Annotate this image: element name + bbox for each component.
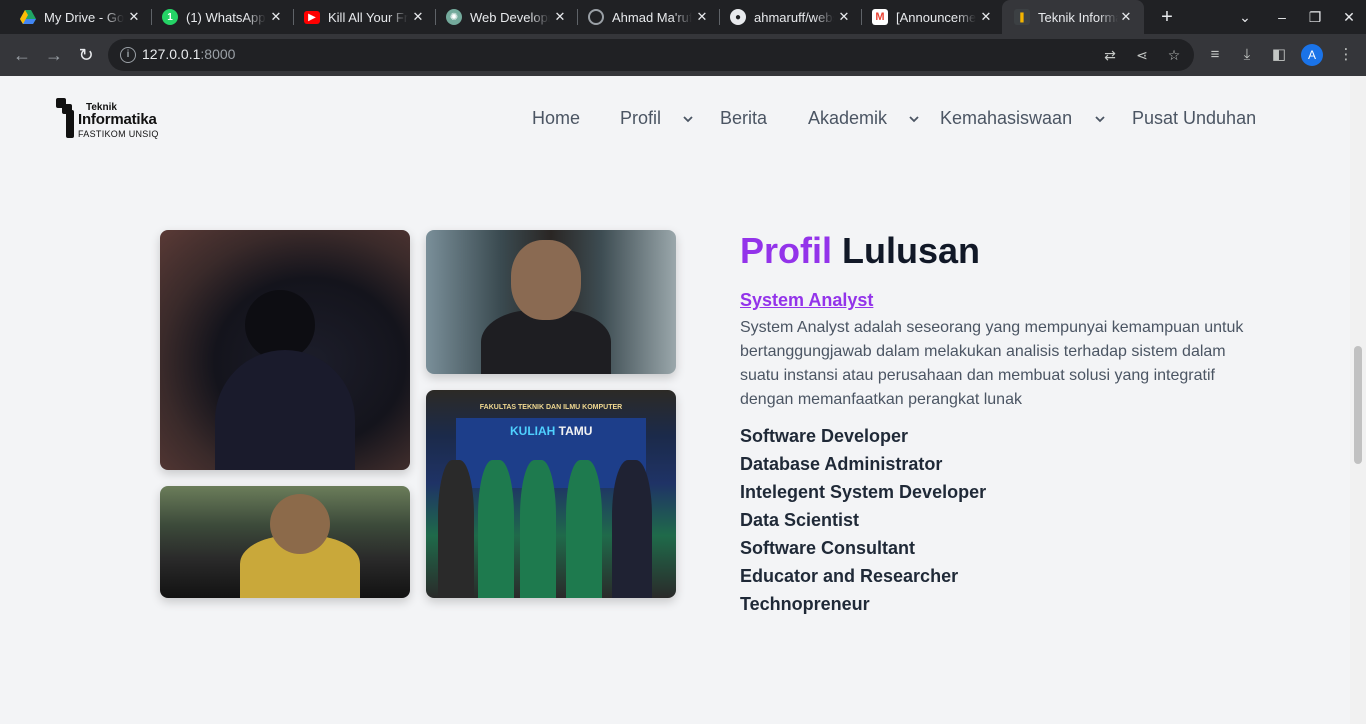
chatgpt-icon: ✺ xyxy=(446,9,462,25)
address-bar[interactable]: i 127.0.0.1:8000 ⇄ ⋖ ☆ xyxy=(108,39,1194,71)
globe-icon xyxy=(588,9,604,25)
nav-akademik[interactable]: Akademik xyxy=(808,108,926,132)
tab-search-icon[interactable]: ⌄ xyxy=(1228,0,1262,34)
minimize-icon[interactable]: ‒ xyxy=(1265,0,1299,34)
career-item: Software Consultant xyxy=(740,538,916,558)
browser-tab-active[interactable]: ❚ Teknik Informatika ✕ xyxy=(1002,0,1144,34)
logo-line-3: FASTIKOM UNSIQ xyxy=(78,129,159,139)
tab-title: Web Development xyxy=(470,9,550,25)
nav-kemahasiswaan[interactable]: Kemahasiswaan xyxy=(940,108,1110,132)
site-icon: ❚ xyxy=(1014,9,1030,25)
profile-avatar[interactable]: A xyxy=(1301,44,1323,66)
menu-kebab-icon[interactable]: ⋮ xyxy=(1336,45,1356,65)
bookmark-star-icon[interactable]: ☆ xyxy=(1164,45,1184,65)
youtube-icon: ▶ xyxy=(304,10,320,24)
whatsapp-icon: 1 xyxy=(162,9,178,25)
chevron-down-icon xyxy=(909,116,919,123)
translate-icon[interactable]: ⇄ xyxy=(1100,45,1120,65)
photo-audience xyxy=(160,230,410,470)
reading-list-icon[interactable]: ≡ xyxy=(1205,45,1225,65)
github-icon: ● xyxy=(730,9,746,25)
browser-tab[interactable]: 1 (1) WhatsApp ✕ xyxy=(142,0,294,34)
url-text[interactable]: 127.0.0.1:8000 xyxy=(142,46,235,62)
career-item: Educator and Researcher xyxy=(740,566,959,586)
career-item: Technopreneur xyxy=(740,594,870,614)
close-tab-icon[interactable]: ✕ xyxy=(836,9,852,25)
close-tab-icon[interactable]: ✕ xyxy=(978,9,994,25)
career-item: Data Scientist xyxy=(740,510,860,530)
tab-title: (1) WhatsApp xyxy=(186,9,266,25)
reload-icon[interactable]: ↻ xyxy=(74,43,98,67)
career-item: Software Developer xyxy=(740,426,909,446)
download-icon[interactable]: ⤓ xyxy=(1237,45,1257,65)
page-scrollbar[interactable] xyxy=(1350,76,1366,724)
tab-title: [Announcement] xyxy=(896,9,976,25)
close-tab-icon[interactable]: ✕ xyxy=(552,9,568,25)
chevron-down-icon xyxy=(683,116,693,123)
share-icon[interactable]: ⋖ xyxy=(1132,45,1152,65)
nav-profil[interactable]: Profil xyxy=(620,108,700,132)
scrollbar-thumb[interactable] xyxy=(1354,346,1362,464)
tab-title: Ahmad Ma'ruf xyxy=(612,9,692,25)
photo-speaker-microphone xyxy=(426,230,676,374)
browser-tab[interactable]: My Drive - Google Drive ✕ xyxy=(0,0,152,34)
logo-line-2: Informatika xyxy=(78,111,157,128)
tab-title: ahmaruff/website xyxy=(754,9,834,25)
chevron-down-icon xyxy=(1095,116,1105,123)
gmail-icon: M xyxy=(872,9,888,25)
close-window-icon[interactable]: ✕ xyxy=(1332,0,1366,34)
close-tab-icon[interactable]: ✕ xyxy=(1118,9,1134,25)
restore-icon[interactable]: ❐ xyxy=(1298,0,1332,34)
page-viewport: Teknik Informatika FASTIKOM UNSIQ Home P… xyxy=(0,76,1350,724)
tab-title: Teknik Informatika xyxy=(1038,9,1118,25)
new-tab-icon[interactable]: + xyxy=(1156,6,1178,28)
site-logo[interactable]: Teknik Informatika FASTIKOM UNSIQ xyxy=(56,98,176,140)
browser-toolbar: ← → ↻ i 127.0.0.1:8000 ⇄ ⋖ ☆ ≡ ⤓ ◧ A ⋮ xyxy=(0,34,1366,76)
tab-title: My Drive - Google Drive xyxy=(44,9,124,25)
photo-kuliah-tamu-group: FAKULTAS TEKNIK DAN ILMU KOMPUTER KULIAH… xyxy=(426,390,676,598)
google-drive-icon xyxy=(20,9,36,25)
career-item: Database Administrator xyxy=(740,454,943,474)
browser-tab[interactable]: ✺ Web Development ✕ xyxy=(426,0,578,34)
browser-tab[interactable]: M [Announcement] ✕ xyxy=(852,0,1004,34)
forward-icon[interactable]: → xyxy=(42,43,66,67)
close-tab-icon[interactable]: ✕ xyxy=(410,9,426,25)
career-item: Intelegent System Developer xyxy=(740,482,987,502)
system-analyst-link[interactable]: System Analyst xyxy=(740,290,873,311)
site-info-icon[interactable]: i xyxy=(120,47,136,63)
photo-speaker-yellow-shirt xyxy=(160,486,410,598)
browser-tab[interactable]: ● ahmaruff/website ✕ xyxy=(710,0,862,34)
section-title: Profil Lulusan xyxy=(740,230,981,271)
career-list: Software Developer Database Administrato… xyxy=(740,425,986,621)
close-tab-icon[interactable]: ✕ xyxy=(126,9,142,25)
close-tab-icon[interactable]: ✕ xyxy=(268,9,284,25)
tab-title: Kill All Your Friends xyxy=(328,9,408,25)
close-tab-icon[interactable]: ✕ xyxy=(694,9,710,25)
system-analyst-description: System Analyst adalah seseorang yang mem… xyxy=(740,319,1244,408)
back-icon[interactable]: ← xyxy=(10,43,34,67)
browser-tab[interactable]: Ahmad Ma'ruf ✕ xyxy=(568,0,720,34)
browser-tab[interactable]: ▶ Kill All Your Friends ✕ xyxy=(284,0,436,34)
side-panel-icon[interactable]: ◧ xyxy=(1269,45,1289,65)
browser-tab-strip: My Drive - Google Drive ✕ 1 (1) WhatsApp… xyxy=(0,0,1366,34)
